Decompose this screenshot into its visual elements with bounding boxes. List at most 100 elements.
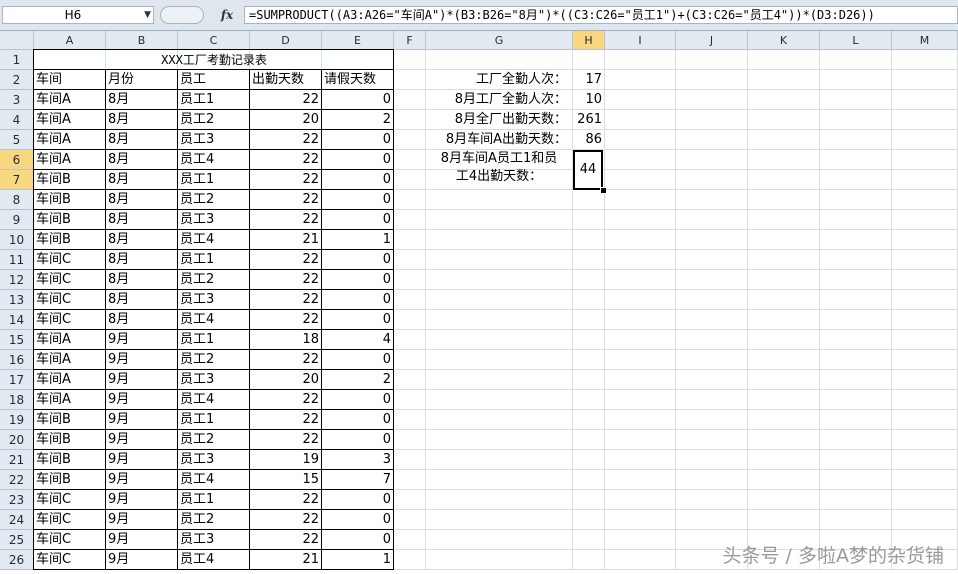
cell-workshop[interactable]: 车间B xyxy=(34,190,106,210)
cell-month[interactable]: 8月 xyxy=(106,170,178,190)
cell-leave-days[interactable]: 0 xyxy=(322,290,394,310)
row-header-12[interactable]: 12 xyxy=(0,270,34,290)
cell-employee[interactable]: 员工2 xyxy=(178,110,250,130)
cell-attendance-days[interactable]: 22 xyxy=(250,290,322,310)
cell-workshop[interactable]: 车间A xyxy=(34,370,106,390)
row-header-17[interactable]: 17 xyxy=(0,370,34,390)
cell-workshop[interactable]: 车间A xyxy=(34,130,106,150)
cell-attendance-days[interactable]: 22 xyxy=(250,150,322,170)
summary-label[interactable]: 工厂全勤人次： xyxy=(426,70,573,90)
cell-employee[interactable]: 员工 xyxy=(178,70,250,90)
cell-employee[interactable]: 员工4 xyxy=(178,470,250,490)
column-header-e[interactable]: E xyxy=(322,31,394,50)
cell-leave-days[interactable]: 0 xyxy=(322,90,394,110)
cell-workshop[interactable]: 车间 xyxy=(34,70,106,90)
row-header-24[interactable]: 24 xyxy=(0,510,34,530)
cell-leave-days[interactable]: 0 xyxy=(322,430,394,450)
cell-employee[interactable]: 员工2 xyxy=(178,270,250,290)
cell-attendance-days[interactable]: 22 xyxy=(250,310,322,330)
column-header-k[interactable]: K xyxy=(748,31,820,50)
cell-workshop[interactable]: 车间B xyxy=(34,450,106,470)
row-header-21[interactable]: 21 xyxy=(0,450,34,470)
cell-month[interactable]: 8月 xyxy=(106,110,178,130)
row-header-18[interactable]: 18 xyxy=(0,390,34,410)
cell-leave-days[interactable]: 2 xyxy=(322,370,394,390)
cell-leave-days[interactable]: 4 xyxy=(322,330,394,350)
cell-workshop[interactable]: 车间C xyxy=(34,270,106,290)
cell-workshop[interactable]: 车间C xyxy=(34,290,106,310)
cell-leave-days[interactable]: 0 xyxy=(322,510,394,530)
row-header-22[interactable]: 22 xyxy=(0,470,34,490)
cell-month[interactable]: 9月 xyxy=(106,430,178,450)
cell-leave-days[interactable]: 0 xyxy=(322,530,394,550)
cell-workshop[interactable]: 车间B xyxy=(34,430,106,450)
formula-bar-splitter[interactable] xyxy=(160,6,204,24)
cell-month[interactable]: 8月 xyxy=(106,270,178,290)
active-cell-h6[interactable]: 44 xyxy=(573,150,603,190)
summary-value[interactable]: 17 xyxy=(573,70,605,90)
cell-workshop[interactable]: 车间C xyxy=(34,550,106,570)
row-header-13[interactable]: 13 xyxy=(0,290,34,310)
row-header-11[interactable]: 11 xyxy=(0,250,34,270)
cell-attendance-days[interactable]: 22 xyxy=(250,90,322,110)
row-header-6[interactable]: 6 xyxy=(0,150,34,170)
cell-employee[interactable]: 员工3 xyxy=(178,210,250,230)
cell-leave-days[interactable]: 0 xyxy=(322,150,394,170)
cell-attendance-days[interactable]: 出勤天数 xyxy=(250,70,322,90)
cell-leave-days[interactable]: 0 xyxy=(322,170,394,190)
cell-attendance-days[interactable]: 22 xyxy=(250,250,322,270)
column-header-l[interactable]: L xyxy=(820,31,892,50)
column-header-c[interactable]: C xyxy=(178,31,250,50)
cell-attendance-days[interactable]: 22 xyxy=(250,190,322,210)
column-header-g[interactable]: G xyxy=(426,31,573,50)
cell-leave-days[interactable]: 0 xyxy=(322,410,394,430)
row-header-7[interactable]: 7 xyxy=(0,170,34,190)
cell-month[interactable]: 月份 xyxy=(106,70,178,90)
row-header-9[interactable]: 9 xyxy=(0,210,34,230)
cell-workshop[interactable]: 车间B xyxy=(34,170,106,190)
cell-employee[interactable]: 员工2 xyxy=(178,510,250,530)
cell-month[interactable]: 8月 xyxy=(106,130,178,150)
cell-employee[interactable]: 员工1 xyxy=(178,330,250,350)
cell-attendance-days[interactable]: 21 xyxy=(250,230,322,250)
cell-month[interactable]: 9月 xyxy=(106,470,178,490)
row-header-10[interactable]: 10 xyxy=(0,230,34,250)
cell-attendance-days[interactable]: 22 xyxy=(250,210,322,230)
cell-month[interactable]: 8月 xyxy=(106,90,178,110)
column-header-f[interactable]: F xyxy=(394,31,426,50)
row-header-4[interactable]: 4 xyxy=(0,110,34,130)
cell-employee[interactable]: 员工4 xyxy=(178,390,250,410)
row-header-15[interactable]: 15 xyxy=(0,330,34,350)
summary-label[interactable]: 8月车间A出勤天数： xyxy=(426,130,573,150)
cell-leave-days[interactable]: 1 xyxy=(322,230,394,250)
cell-workshop[interactable]: 车间B xyxy=(34,210,106,230)
cell-month[interactable]: 8月 xyxy=(106,150,178,170)
cell-employee[interactable]: 员工2 xyxy=(178,430,250,450)
cell-employee[interactable]: 员工4 xyxy=(178,550,250,570)
cell-month[interactable]: 8月 xyxy=(106,310,178,330)
cell-attendance-days[interactable]: 22 xyxy=(250,530,322,550)
cell-employee[interactable]: 员工1 xyxy=(178,170,250,190)
cell-leave-days[interactable]: 0 xyxy=(322,310,394,330)
cell-month[interactable]: 9月 xyxy=(106,490,178,510)
cell-employee[interactable]: 员工3 xyxy=(178,370,250,390)
cell-employee[interactable]: 员工3 xyxy=(178,290,250,310)
row-header-14[interactable]: 14 xyxy=(0,310,34,330)
cell-attendance-days[interactable]: 22 xyxy=(250,130,322,150)
cell-leave-days[interactable]: 2 xyxy=(322,110,394,130)
cell-month[interactable]: 9月 xyxy=(106,530,178,550)
cell-employee[interactable]: 员工2 xyxy=(178,190,250,210)
cell-attendance-days[interactable]: 22 xyxy=(250,410,322,430)
summary-value[interactable]: 10 xyxy=(573,90,605,110)
cell-month[interactable]: 8月 xyxy=(106,230,178,250)
cell-leave-days[interactable]: 7 xyxy=(322,470,394,490)
summary-label-employee-1-4[interactable]: 8月车间A员工1和员 工4出勤天数： xyxy=(426,150,572,190)
cell-leave-days[interactable]: 0 xyxy=(322,190,394,210)
cell-leave-days[interactable]: 0 xyxy=(322,350,394,370)
cell-leave-days[interactable]: 0 xyxy=(322,490,394,510)
select-all-corner[interactable] xyxy=(0,31,34,50)
row-header-5[interactable]: 5 xyxy=(0,130,34,150)
cell-month[interactable]: 8月 xyxy=(106,290,178,310)
cell-employee[interactable]: 员工2 xyxy=(178,350,250,370)
cell-month[interactable]: 9月 xyxy=(106,510,178,530)
